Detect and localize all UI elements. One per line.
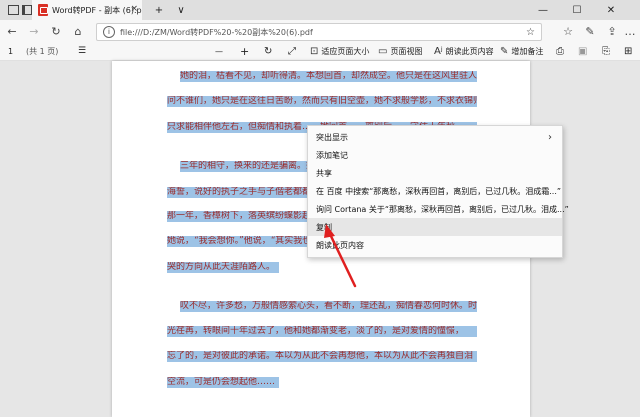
pdf-toolbar: 1 (共 1 页) ☰ — + ↻ ⤢ ⊡ 适应页面大小 ▭ 页面视图 Aʲ 朗…	[0, 42, 640, 61]
url-text: file:///D:/ZM/Word转PDF%20-%20副本%20(6).pd…	[120, 27, 313, 37]
info-icon[interactable]: i	[103, 26, 115, 38]
home-button[interactable]: ⌂	[70, 23, 86, 39]
context-menu: 突出显示 › 添加笔记 共享 在 百度 中搜索“那离愁，深秋再回首，离别后，已过…	[307, 125, 569, 258]
text-line[interactable]: 忘了的，是对彼此的承诺。本以为从此不会再想他，本以为从此不会再独自泪	[167, 351, 477, 362]
maximize-button[interactable]: ☐	[564, 0, 590, 20]
menu-item-label: 复制	[316, 222, 332, 232]
print-icon: ⎙	[556, 45, 564, 57]
save-as-icon: ⎘	[602, 45, 610, 57]
share-button[interactable]: ⇪	[604, 23, 620, 39]
text-line[interactable]: 光荏苒，转眼间十年过去了，他和她都渐变老，淡了的，是对爱情的憧憬，	[167, 326, 477, 337]
pin-icon: ⊞	[624, 45, 633, 57]
favorite-star-icon[interactable]: ☆	[526, 27, 535, 38]
navigation-bar: ← → ↻ ⌂ i file:///D:/ZM/Word转PDF%20-%20副…	[0, 20, 640, 43]
forward-arrow-icon: →	[29, 24, 39, 38]
page-view-label: 页面视图	[390, 46, 423, 56]
share-icon: ⇪	[607, 24, 617, 38]
back-button[interactable]: ←	[4, 23, 20, 39]
active-tab[interactable]: Word转PDF - 副本 (6).p ×	[32, 0, 142, 20]
chevron-right-icon: ›	[548, 131, 552, 143]
menu-item-label: 在 百度 中搜索“那离愁，深秋再回首，离别后，已过几秋。泪成霜...”	[316, 186, 562, 196]
toc-icon: ☰	[78, 46, 87, 56]
notes-button[interactable]: ✎	[582, 23, 598, 39]
fit-page-button[interactable]: ⊡ 适应页面大小	[310, 42, 369, 60]
pin-toolbar-button[interactable]: ⊞	[624, 42, 632, 60]
text-line[interactable]: 问不谁们，她只是在这往日苦盼，然而只有旧空壶，她不求般学影，不求衣锦归，	[167, 96, 477, 107]
menu-item-share[interactable]: 共享	[308, 164, 562, 182]
note-pen-icon: ✎	[500, 45, 509, 57]
rotate-icon: ↻	[264, 45, 273, 57]
menu-item-ask-cortana[interactable]: 询问 Cortana 关于“那离愁，深秋再回首，离别后，已过几秋。泪成...”	[308, 200, 569, 218]
page-view-icon: ▭	[378, 45, 388, 57]
pen-icon: ✎	[585, 24, 595, 38]
read-aloud-label: 朗读此页内容	[445, 46, 494, 56]
zoom-in-button[interactable]: +	[240, 42, 249, 60]
forward-button[interactable]: →	[26, 23, 42, 39]
rotate-button[interactable]: ↻	[264, 42, 272, 60]
more-button[interactable]: …	[622, 23, 638, 39]
address-bar[interactable]: i file:///D:/ZM/Word转PDF%20-%20副本%20(6).…	[96, 23, 542, 41]
favorites-button[interactable]: ☆	[560, 23, 576, 39]
zoom-out-button[interactable]: —	[215, 42, 223, 60]
tab-dropdown-button[interactable]: ∨	[168, 0, 194, 20]
minimize-button[interactable]: —	[530, 0, 556, 20]
menu-item-read-aloud[interactable]: 朗读此页内容	[308, 236, 562, 254]
pdf-icon	[38, 4, 48, 16]
toc-button[interactable]: ☰	[78, 42, 86, 60]
close-tab-icon[interactable]: ×	[130, 4, 138, 14]
close-window-button[interactable]: ✕	[598, 0, 624, 20]
back-arrow-icon: ←	[7, 24, 17, 38]
menu-item-search-baidu[interactable]: 在 百度 中搜索“那离愁，深秋再回首，离别后，已过几秋。泪成霜...”	[308, 182, 562, 200]
menu-item-copy[interactable]: 复制	[308, 218, 562, 236]
menu-item-highlight[interactable]: 突出显示 ›	[308, 128, 562, 146]
print-button[interactable]: ⎙	[556, 42, 564, 60]
text-line[interactable]: 空流，可是仍会想起他……	[167, 377, 279, 388]
save-button[interactable]: ▣	[578, 42, 587, 60]
menu-item-label: 添加笔记	[316, 150, 348, 160]
text-line[interactable]: 叹不尽，许多愁，万般情感萦心头，看不断，理还乱，痴情春恋何时休。时	[180, 301, 477, 312]
menu-item-label: 突出显示	[316, 132, 348, 142]
expand-icon: ⤢	[288, 45, 296, 57]
page-number-input[interactable]: 1	[8, 42, 13, 60]
fit-page-label: 适应页面大小	[321, 46, 370, 56]
menu-item-label: 朗读此页内容	[316, 240, 364, 250]
text-line[interactable]: 哭的方向从此天涯陌路人。	[167, 262, 279, 273]
refresh-icon: ↻	[51, 24, 61, 38]
menu-item-label: 询问 Cortana 关于“那离愁，深秋再回首，离别后，已过几秋。泪成...”	[316, 204, 569, 214]
home-icon: ⌂	[74, 24, 82, 38]
favorites-star-icon: ☆	[563, 24, 573, 38]
save-icon: ▣	[578, 45, 588, 57]
read-aloud-icon: Aʲ	[434, 45, 443, 57]
page-total: (共 1 页)	[26, 46, 59, 56]
tab-list-icon	[22, 5, 32, 15]
fit-page-icon: ⊡	[310, 45, 319, 57]
text-line[interactable]: 她的泪，枯看不见，却听得清。本想回首，却然成空。他只是在这风里驻人为	[180, 71, 477, 82]
save-as-button[interactable]: ⎘	[602, 42, 610, 60]
menu-item-add-note[interactable]: 添加笔记	[308, 146, 562, 164]
tab-title: Word转PDF - 副本 (6).p	[52, 5, 142, 15]
add-note-label: 增加备注	[511, 46, 544, 56]
read-aloud-button[interactable]: Aʲ 朗读此页内容	[434, 42, 494, 60]
refresh-button[interactable]: ↻	[48, 23, 64, 39]
fullscreen-button[interactable]: ⤢	[288, 42, 296, 60]
menu-item-label: 共享	[316, 168, 332, 178]
tab-bar: Word转PDF - 副本 (6).p × + ∨ — ☐ ✕	[0, 0, 640, 20]
more-icon: …	[624, 24, 636, 38]
page-view-button[interactable]: ▭ 页面视图	[378, 42, 422, 60]
add-note-button[interactable]: ✎ 增加备注	[500, 42, 543, 60]
